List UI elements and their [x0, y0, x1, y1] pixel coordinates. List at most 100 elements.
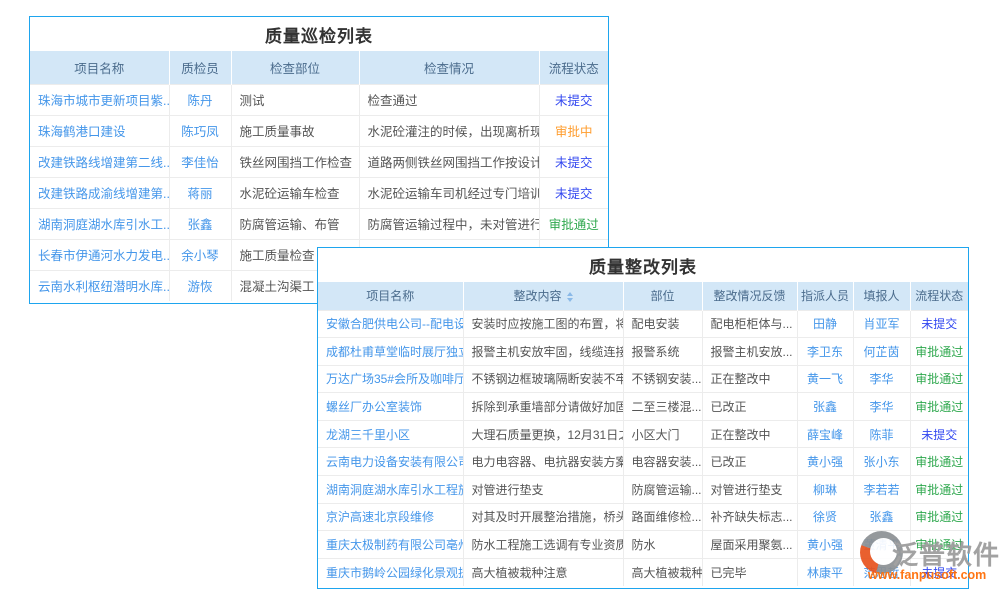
- column-header-content[interactable]: 整改内容: [463, 282, 623, 310]
- table-row[interactable]: 改建铁路线增建第二线...李佳怡铁丝网围挡工作检查道路两侧铁丝网围挡工作按设计.…: [30, 146, 608, 177]
- table-row[interactable]: 湖南洞庭湖水库引水工...张鑫防腐管运输、布管防腐管运输过程中，未对管进行...…: [30, 208, 608, 239]
- rectification-table-title: 质量整改列表: [318, 248, 968, 282]
- cell-project[interactable]: 改建铁路成渝线增建第...: [30, 177, 169, 208]
- cell-situation: 水泥砼灌注的时候，出现离析现象: [359, 115, 539, 146]
- cell-part: 高大植被栽种: [623, 558, 702, 586]
- cell-reporter[interactable]: 陈菲: [853, 420, 910, 448]
- column-header-label: 检查部位: [270, 62, 320, 76]
- cell-status: 未提交: [910, 310, 968, 338]
- cell-feedback: 报警主机安放...: [702, 338, 797, 366]
- cell-assignee[interactable]: 李卫东: [797, 338, 853, 366]
- cell-content: 对其及时开展整治措施，桥头...: [463, 503, 623, 531]
- inspection-table-title: 质量巡检列表: [30, 17, 608, 51]
- cell-project[interactable]: 珠海鹤港口建设: [30, 115, 169, 146]
- column-header-feedback: 整改情况反馈: [702, 282, 797, 310]
- column-header-assignee: 指派人员: [797, 282, 853, 310]
- cell-assignee[interactable]: 柳琳: [797, 476, 853, 504]
- cell-status: 审批通过: [910, 393, 968, 421]
- cell-inspector[interactable]: 余小琴: [169, 239, 231, 270]
- cell-inspector[interactable]: 陈丹: [169, 84, 231, 115]
- cell-assignee[interactable]: 黄小强: [797, 448, 853, 476]
- table-row[interactable]: 改建铁路成渝线增建第...蒋丽水泥砼运输车检查水泥砼运输车司机经过专门培训...…: [30, 177, 608, 208]
- table-row[interactable]: 京沪高速北京段维修对其及时开展整治措施，桥头...路面维修检...补齐缺失标志.…: [318, 503, 968, 531]
- cell-assignee[interactable]: 黄小强: [797, 531, 853, 559]
- cell-status: 未提交: [539, 146, 608, 177]
- cell-assignee[interactable]: 黄一飞: [797, 365, 853, 393]
- cell-part: 水泥砼运输车检查: [231, 177, 359, 208]
- cell-status: 审批通过: [539, 208, 608, 239]
- cell-part: 防腐管运输、布管: [231, 208, 359, 239]
- cell-project[interactable]: 湖南洞庭湖水库引水工...: [30, 208, 169, 239]
- cell-part: 防水: [623, 531, 702, 559]
- cell-project[interactable]: 云南水利枢纽潜明水库...: [30, 270, 169, 301]
- column-header-label: 流程状态: [915, 289, 963, 303]
- cell-reporter[interactable]: 肖亚军: [853, 310, 910, 338]
- cell-situation: 检查通过: [359, 84, 539, 115]
- cell-inspector[interactable]: 李佳怡: [169, 146, 231, 177]
- table-row[interactable]: 湖南洞庭湖水库引水工程施工1标对管进行垫支防腐管运输...对管进行垫支柳琳李若若…: [318, 476, 968, 504]
- cell-content: 高大植被栽种注意: [463, 558, 623, 586]
- column-header-label: 整改情况反馈: [713, 289, 785, 303]
- cell-status: 审批通过: [910, 338, 968, 366]
- cell-reporter[interactable]: 李华: [853, 365, 910, 393]
- cell-feedback: 正在整改中: [702, 365, 797, 393]
- column-header-status: 流程状态: [910, 282, 968, 310]
- cell-project[interactable]: 安徽合肥供电公司--配电设备...: [318, 310, 463, 338]
- cell-assignee[interactable]: 张鑫: [797, 393, 853, 421]
- table-row[interactable]: 珠海鹤港口建设陈巧凤施工质量事故水泥砼灌注的时候，出现离析现象审批中: [30, 115, 608, 146]
- cell-inspector[interactable]: 游恢: [169, 270, 231, 301]
- table-row[interactable]: 安徽合肥供电公司--配电设备...安装时应按施工图的布置，将...配电安装配电柜…: [318, 310, 968, 338]
- sort-icon[interactable]: [567, 292, 573, 302]
- cell-project[interactable]: 云南电力设备安装有限公司20...: [318, 448, 463, 476]
- cell-project[interactable]: 珠海市城市更新项目紫...: [30, 84, 169, 115]
- cell-project[interactable]: 螺丝厂办公室装饰: [318, 393, 463, 421]
- cell-project[interactable]: 改建铁路线增建第二线...: [30, 146, 169, 177]
- cell-reporter[interactable]: 何芷茵: [853, 338, 910, 366]
- cell-reporter[interactable]: 李华: [853, 393, 910, 421]
- cell-project[interactable]: 重庆市鹅岭公园绿化景观提升...: [318, 558, 463, 586]
- cell-content: 对管进行垫支: [463, 476, 623, 504]
- cell-situation: 道路两侧铁丝网围挡工作按设计...: [359, 146, 539, 177]
- cell-assignee[interactable]: 徐贤: [797, 503, 853, 531]
- cell-reporter[interactable]: 张小东: [853, 448, 910, 476]
- column-header-label: 部位: [650, 289, 674, 303]
- brand-watermark: 泛普软件 www.fanpusoft.com: [856, 529, 1000, 587]
- cell-status: 审批通过: [910, 476, 968, 504]
- cell-project[interactable]: 京沪高速北京段维修: [318, 503, 463, 531]
- cell-project[interactable]: 万达广场35#会所及咖啡厅空...: [318, 365, 463, 393]
- column-header-label: 流程状态: [549, 62, 599, 76]
- cell-assignee[interactable]: 薛宝峰: [797, 420, 853, 448]
- table-row[interactable]: 珠海市城市更新项目紫...陈丹测试检查通过未提交: [30, 84, 608, 115]
- column-header-label: 检查情况: [424, 62, 474, 76]
- cell-project[interactable]: 湖南洞庭湖水库引水工程施工1标: [318, 476, 463, 504]
- cell-assignee[interactable]: 林康平: [797, 558, 853, 586]
- cell-part: 电容器安装...: [623, 448, 702, 476]
- table-row[interactable]: 云南电力设备安装有限公司20...电力电容器、电抗器安装方案,...电容器安装.…: [318, 448, 968, 476]
- cell-content: 防水工程施工选调有专业资质...: [463, 531, 623, 559]
- cell-status: 审批中: [539, 115, 608, 146]
- cell-project[interactable]: 成都杜甫草堂临时展厅独立展...: [318, 338, 463, 366]
- cell-inspector[interactable]: 陈巧凤: [169, 115, 231, 146]
- cell-part: 路面维修检...: [623, 503, 702, 531]
- column-header-part: 部位: [623, 282, 702, 310]
- table-row[interactable]: 万达广场35#会所及咖啡厅空...不锈钢边框玻璃隔断安装不牢...不锈钢安装..…: [318, 365, 968, 393]
- cell-reporter[interactable]: 张鑫: [853, 503, 910, 531]
- cell-project[interactable]: 重庆太极制药有限公司亳州中...: [318, 531, 463, 559]
- cell-reporter[interactable]: 李若若: [853, 476, 910, 504]
- table-row[interactable]: 成都杜甫草堂临时展厅独立展...报警主机安放牢固，线缆连接...报警系统报警主机…: [318, 338, 968, 366]
- table-row[interactable]: 龙湖三千里小区大理石质量更换，12月31日之...小区大门正在整改中薛宝峰陈菲未…: [318, 420, 968, 448]
- cell-assignee[interactable]: 田静: [797, 310, 853, 338]
- cell-situation: 防腐管运输过程中，未对管进行...: [359, 208, 539, 239]
- cell-status: 未提交: [910, 420, 968, 448]
- cell-part: 测试: [231, 84, 359, 115]
- cell-content: 电力电容器、电抗器安装方案,...: [463, 448, 623, 476]
- cell-project[interactable]: 龙湖三千里小区: [318, 420, 463, 448]
- cell-content: 安装时应按施工图的布置，将...: [463, 310, 623, 338]
- cell-inspector[interactable]: 蒋丽: [169, 177, 231, 208]
- column-header-label: 项目名称: [74, 62, 124, 76]
- cell-project[interactable]: 长春市伊通河水力发电...: [30, 239, 169, 270]
- cell-content: 报警主机安放牢固，线缆连接...: [463, 338, 623, 366]
- cell-inspector[interactable]: 张鑫: [169, 208, 231, 239]
- cell-part: 报警系统: [623, 338, 702, 366]
- table-row[interactable]: 螺丝厂办公室装饰拆除到承重墙部分请做好加固...二至三楼混...已改正张鑫李华审…: [318, 393, 968, 421]
